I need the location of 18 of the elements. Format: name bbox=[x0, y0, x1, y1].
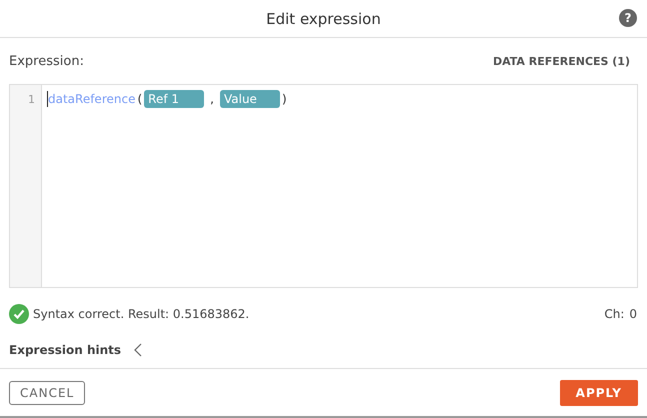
data-references-link[interactable]: DATA REFERENCES (1) bbox=[492, 54, 638, 68]
help-button[interactable]: ? bbox=[619, 9, 637, 27]
check-icon bbox=[9, 304, 29, 324]
function-name: dataReference bbox=[48, 92, 136, 106]
chevron-icon[interactable] bbox=[133, 342, 144, 358]
cancel-button[interactable]: CANCEL bbox=[9, 380, 86, 404]
text-cursor bbox=[47, 91, 48, 107]
line-number: 1 bbox=[28, 93, 35, 106]
open-paren: ( bbox=[137, 92, 142, 106]
comma-separator: , bbox=[210, 92, 214, 106]
character-count: 0 bbox=[629, 307, 637, 321]
window-title: Edit expression bbox=[266, 10, 381, 28]
character-count-label: Ch: bbox=[604, 307, 624, 321]
apply-button[interactable]: APPLY bbox=[560, 380, 638, 406]
expression-hints-label: Expression hints bbox=[9, 343, 122, 357]
status-message: Syntax correct. Result: 0.51683862. bbox=[33, 307, 250, 321]
close-paren: ) bbox=[282, 92, 287, 106]
expression-label: Expression: bbox=[9, 54, 84, 68]
